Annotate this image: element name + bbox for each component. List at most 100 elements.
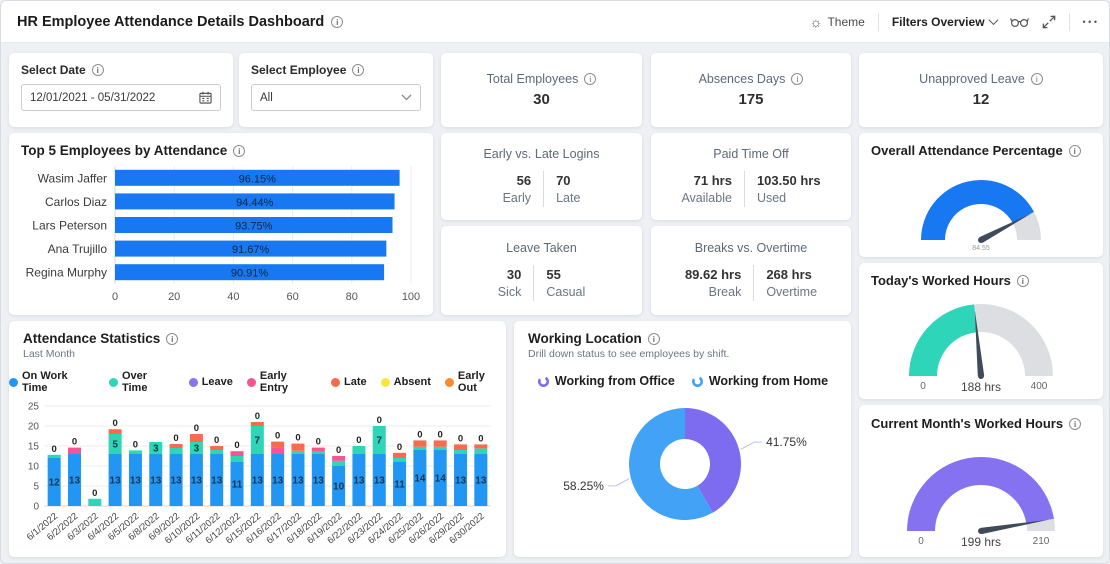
legend-dot-icon (9, 378, 18, 387)
svg-text:10: 10 (333, 482, 345, 493)
svg-text:20: 20 (168, 291, 180, 303)
legend-item[interactable]: Early Entry (247, 370, 317, 394)
legend-item[interactable]: Over Time (109, 370, 175, 394)
legend-item[interactable]: Late (331, 370, 367, 394)
info-icon[interactable] (584, 73, 596, 85)
kpi-value: 175 (738, 91, 763, 108)
kpi-value: 12 (973, 91, 990, 108)
info-icon[interactable] (166, 333, 178, 345)
top5-bar-chart[interactable]: 020406080100Wasim Jaffer96.15%Carlos Dia… (19, 160, 423, 306)
working-location-donut-chart[interactable]: 41.75%58.25% (522, 388, 843, 546)
svg-text:Regina Murphy: Regina Murphy (26, 266, 107, 280)
preview-button[interactable] (1010, 15, 1029, 28)
svg-text:0: 0 (52, 444, 57, 455)
svg-text:13: 13 (292, 476, 304, 487)
top5-employees-card: Top 5 Employees by Attendance 0204060801… (9, 133, 433, 315)
legend-item[interactable]: On Work Time (9, 370, 95, 394)
location-title: Working Location (528, 331, 642, 346)
svg-text:210: 210 (1033, 536, 1050, 547)
svg-text:0: 0 (72, 437, 77, 448)
stat-left-value: 56 (517, 173, 531, 188)
svg-text:13: 13 (475, 476, 487, 487)
paid-time-off-card: Paid Time Off 71 hrsAvailable 103.50 hrs… (651, 133, 851, 220)
employee-select-value: All (260, 92, 273, 104)
svg-text:80: 80 (346, 291, 358, 303)
info-icon[interactable] (791, 73, 803, 85)
filters-overview-button[interactable]: Filters Overview (892, 15, 997, 29)
legend-item[interactable]: Leave (189, 370, 233, 394)
legend-label: Late (344, 376, 367, 388)
employee-select[interactable]: All (251, 84, 421, 111)
svg-text:60: 60 (286, 291, 298, 303)
svg-text:0: 0 (173, 433, 178, 444)
early-late-logins-card: Early vs. Late Logins 56Early 70Late (441, 133, 642, 220)
stats-subtitle: Last Month (23, 348, 492, 360)
legend-item[interactable]: Early Out (445, 370, 506, 394)
expand-icon (1042, 15, 1056, 29)
more-options-button[interactable]: • • • (1083, 17, 1097, 27)
stat-card-title: Paid Time Off (713, 147, 789, 161)
divider (744, 171, 745, 207)
svg-text:13: 13 (374, 476, 386, 487)
attendance-stacked-bar-chart[interactable]: 05101520251206/1/20221306/2/202206/3/202… (16, 396, 499, 562)
info-icon[interactable] (352, 64, 364, 76)
svg-text:94.44%: 94.44% (236, 197, 274, 209)
svg-text:11: 11 (394, 480, 405, 491)
info-icon[interactable] (331, 16, 343, 28)
info-icon[interactable] (648, 333, 660, 345)
svg-text:96.15%: 96.15% (239, 173, 277, 185)
attendance-gauge-chart[interactable]: 84.55 (865, 160, 1097, 252)
month-worked-hours-card: Current Month's Worked Hours 0210199 hrs (859, 405, 1103, 557)
theme-button[interactable]: ☼ Theme (810, 14, 865, 30)
info-icon[interactable] (1031, 73, 1043, 85)
svg-text:0: 0 (356, 435, 361, 446)
date-range-input[interactable]: 12/01/2021 - 05/31/2022 (21, 84, 221, 111)
gauge2-title: Today's Worked Hours (871, 273, 1011, 288)
legend-label: Working from Office (555, 374, 675, 388)
location-subtitle: Drill down status to see employees by sh… (528, 348, 837, 360)
info-icon[interactable] (1069, 418, 1081, 430)
legend-item[interactable]: Absent (381, 370, 431, 394)
svg-text:10: 10 (28, 462, 40, 473)
today-hours-gauge-chart[interactable]: 0400188 hrs (865, 290, 1097, 394)
svg-text:13: 13 (455, 476, 467, 487)
svg-text:20: 20 (28, 422, 40, 433)
info-icon[interactable] (233, 145, 245, 157)
svg-text:0: 0 (112, 291, 118, 303)
info-icon[interactable] (1069, 145, 1081, 157)
svg-text:15: 15 (28, 442, 40, 453)
legend-item[interactable]: Working from Office (537, 374, 675, 388)
svg-text:0: 0 (478, 433, 483, 444)
date-range-value: 12/01/2021 - 05/31/2022 (30, 92, 155, 104)
svg-text:13: 13 (171, 476, 183, 487)
svg-text:188 hrs: 188 hrs (961, 380, 1001, 394)
select-employee-label-row: Select Employee (251, 63, 421, 77)
svg-text:14: 14 (414, 474, 426, 485)
month-hours-gauge-chart[interactable]: 0 210 199 hrs (865, 435, 1097, 553)
divider (1069, 13, 1070, 31)
page-title: HR Employee Attendance Details Dashboard (17, 14, 324, 30)
svg-text:7: 7 (376, 436, 382, 447)
stat-left-label: Break (709, 285, 742, 299)
legend-item[interactable]: Working from Home (691, 374, 828, 388)
legend-ring-icon (537, 375, 550, 388)
legend-dot-icon (381, 378, 390, 387)
svg-text:0: 0 (918, 536, 924, 547)
fullscreen-button[interactable] (1042, 15, 1056, 29)
svg-text:0: 0 (255, 411, 260, 422)
kpi-absences-days-card: Absences Days 175 (651, 53, 851, 127)
info-icon[interactable] (1017, 275, 1029, 287)
divider (543, 171, 544, 207)
svg-text:90.91%: 90.91% (231, 268, 269, 280)
svg-text:199 hrs: 199 hrs (961, 535, 1001, 549)
svg-text:25: 25 (28, 402, 40, 413)
header-actions: ☼ Theme Filters Overview (810, 13, 1097, 31)
info-icon[interactable] (92, 64, 104, 76)
more-icon: • • • (1083, 17, 1097, 27)
svg-text:Lars Peterson: Lars Peterson (32, 219, 107, 233)
theme-icon: ☼ (810, 14, 823, 30)
legend-label: Leave (202, 376, 233, 388)
svg-text:84.55: 84.55 (972, 245, 990, 252)
leave-taken-card: Leave Taken 30Sick 55Casual (441, 226, 642, 315)
legend-label: Early Entry (260, 370, 317, 394)
